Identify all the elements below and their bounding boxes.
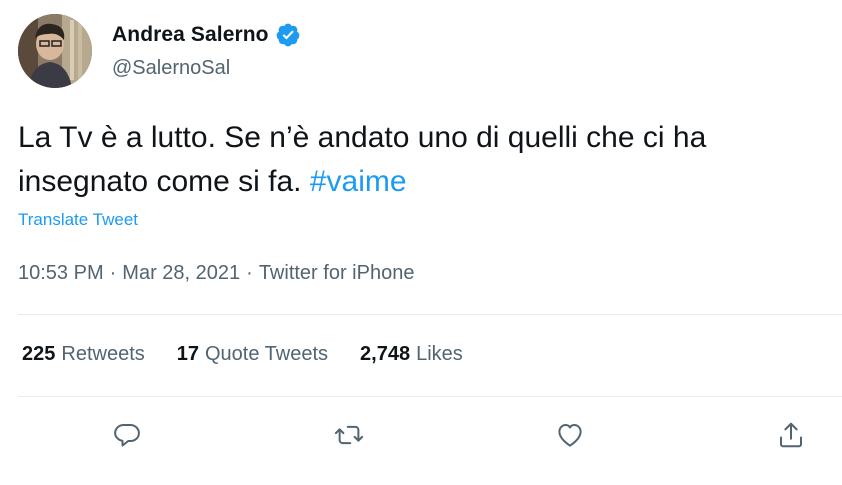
likes-label: Likes [416, 343, 463, 365]
tweet-card: Andrea Salerno @SalernoSal La Tv è a lut… [0, 0, 842, 485]
retweets-stat[interactable]: 225 Retweets [22, 343, 145, 366]
tweet-source[interactable]: Twitter for iPhone [259, 262, 415, 285]
avatar-image [18, 14, 92, 88]
avatar[interactable] [18, 14, 92, 88]
meta-separator: · [246, 262, 253, 284]
author-name-row: Andrea Salerno [112, 22, 301, 48]
translate-tweet-link[interactable]: Translate Tweet [18, 210, 138, 230]
author-display-name[interactable]: Andrea Salerno [112, 23, 269, 47]
retweets-label: Retweets [61, 343, 145, 365]
divider [18, 396, 842, 397]
likes-stat[interactable]: 2,748 Likes [360, 343, 463, 366]
quote-tweets-count: 17 [176, 343, 199, 365]
retweet-button[interactable] [332, 418, 366, 452]
tweet-date[interactable]: Mar 28, 2021 [122, 262, 240, 285]
likes-count: 2,748 [360, 343, 411, 365]
share-icon [780, 422, 802, 448]
tweet-time[interactable]: 10:53 PM [18, 262, 104, 285]
like-icon [558, 424, 582, 447]
tweet-meta: 10:53 PM · Mar 28, 2021 · Twitter for iP… [18, 262, 414, 285]
divider [18, 314, 842, 315]
action-bar [0, 410, 842, 460]
hashtag-link[interactable]: #vaime [310, 165, 407, 198]
tweet-text: La Tv è a lutto. Se n’è andato uno di qu… [18, 116, 833, 204]
author-handle[interactable]: @SalernoSal [112, 57, 230, 80]
quote-tweets-label: Quote Tweets [205, 343, 329, 365]
reply-icon [114, 424, 140, 447]
like-button[interactable] [553, 418, 587, 452]
verified-badge-icon [275, 22, 301, 48]
retweets-count: 225 [22, 343, 56, 365]
meta-separator: · [109, 262, 117, 284]
retweet-icon [334, 425, 364, 445]
quote-tweets-stat[interactable]: 17 Quote Tweets [177, 343, 328, 366]
reply-button[interactable] [110, 418, 144, 452]
share-button[interactable] [774, 418, 808, 452]
stats-row: 225 Retweets 17 Quote Tweets 2,748 Likes [22, 343, 463, 366]
